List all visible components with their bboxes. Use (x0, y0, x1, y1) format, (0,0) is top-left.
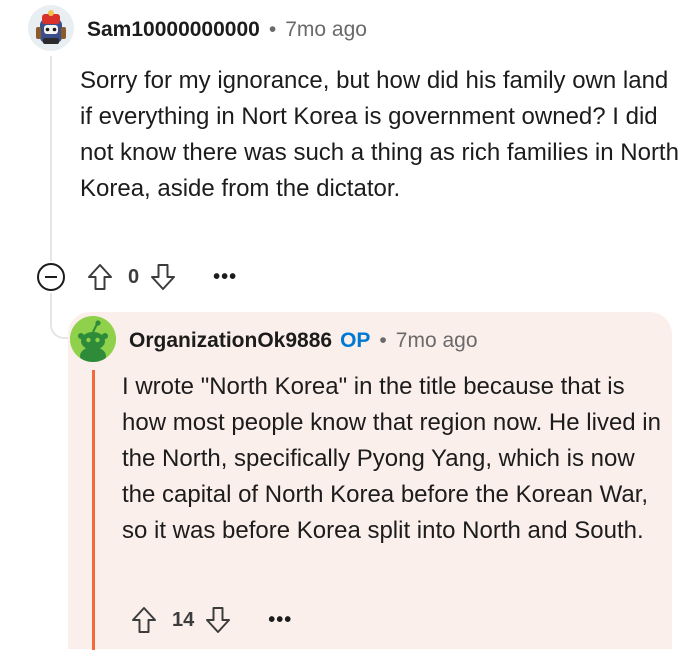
more-options-button[interactable]: ••• (268, 609, 292, 632)
downvote-arrow-icon (151, 264, 176, 290)
comment-meta: OrganizationOk9886 OP • 7mo ago (129, 326, 478, 356)
avatar[interactable] (70, 316, 116, 362)
vote-count: 0 (128, 265, 140, 288)
meta-separator: • (379, 329, 387, 352)
avatar[interactable] (28, 5, 74, 51)
upvote-button[interactable] (130, 605, 158, 635)
username-link[interactable]: Sam10000000000 (87, 18, 260, 42)
thread-line (50, 56, 52, 261)
downvote-arrow-icon (206, 607, 231, 633)
upvote-arrow-icon (88, 264, 112, 290)
snoo-avatar-icon (70, 316, 116, 362)
snoo-avatar-icon (28, 5, 74, 51)
upvote-button[interactable] (86, 262, 114, 292)
comment-body: Sorry for my ignorance, but how did his … (80, 67, 679, 202)
username-link[interactable]: OrganizationOk9886 (129, 329, 332, 353)
collapse-thread-button[interactable] (37, 263, 65, 291)
comment-actions: 0 ••• (86, 261, 237, 293)
op-badge: OP (340, 329, 371, 352)
op-thread-line (92, 370, 95, 650)
comment-meta: Sam10000000000 • 7mo ago (87, 15, 367, 45)
downvote-button[interactable] (149, 262, 177, 292)
vote-count: 14 (172, 608, 195, 631)
comment-actions: 14 ••• (130, 604, 292, 636)
timestamp[interactable]: 7mo ago (285, 18, 367, 42)
more-options-button[interactable]: ••• (213, 266, 237, 289)
upvote-arrow-icon (132, 607, 156, 633)
meta-separator: • (268, 18, 277, 41)
downvote-button[interactable] (204, 605, 232, 635)
comment-body: I wrote "North Korea" in the title becau… (122, 373, 661, 544)
timestamp[interactable]: 7mo ago (396, 329, 478, 353)
